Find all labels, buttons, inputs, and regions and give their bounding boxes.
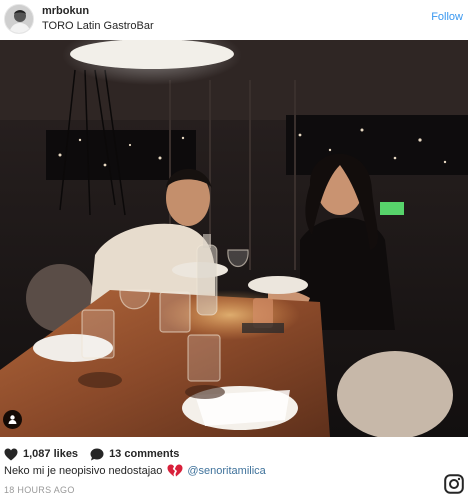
broken-heart-icon (167, 464, 183, 477)
post-username[interactable]: mrbokun (42, 5, 89, 17)
caption-text: Neko mi je neopisivo nedostajao (4, 464, 163, 477)
follow-button[interactable]: Follow (431, 11, 463, 23)
post-photo[interactable] (0, 40, 468, 437)
speech-bubble-icon[interactable] (90, 448, 104, 461)
likes-count[interactable]: 1,087 likes (23, 448, 78, 460)
post-header: mrbokun TORO Latin GastroBar Follow (0, 0, 468, 38)
post-caption: Neko mi je neopisivo nedostajao @senorit… (4, 464, 266, 477)
heart-icon[interactable] (4, 448, 18, 461)
post-location[interactable]: TORO Latin GastroBar (42, 20, 154, 32)
mention-link[interactable]: @senoritamilica (187, 465, 265, 477)
instagram-logo-icon[interactable] (444, 474, 464, 494)
avatar[interactable] (4, 4, 34, 34)
user-tag-icon[interactable] (3, 410, 22, 429)
post-actions: 1,087 likes 13 comments (4, 446, 179, 462)
post-timestamp: 18 HOURS AGO (4, 485, 75, 495)
comments-count[interactable]: 13 comments (109, 448, 179, 460)
